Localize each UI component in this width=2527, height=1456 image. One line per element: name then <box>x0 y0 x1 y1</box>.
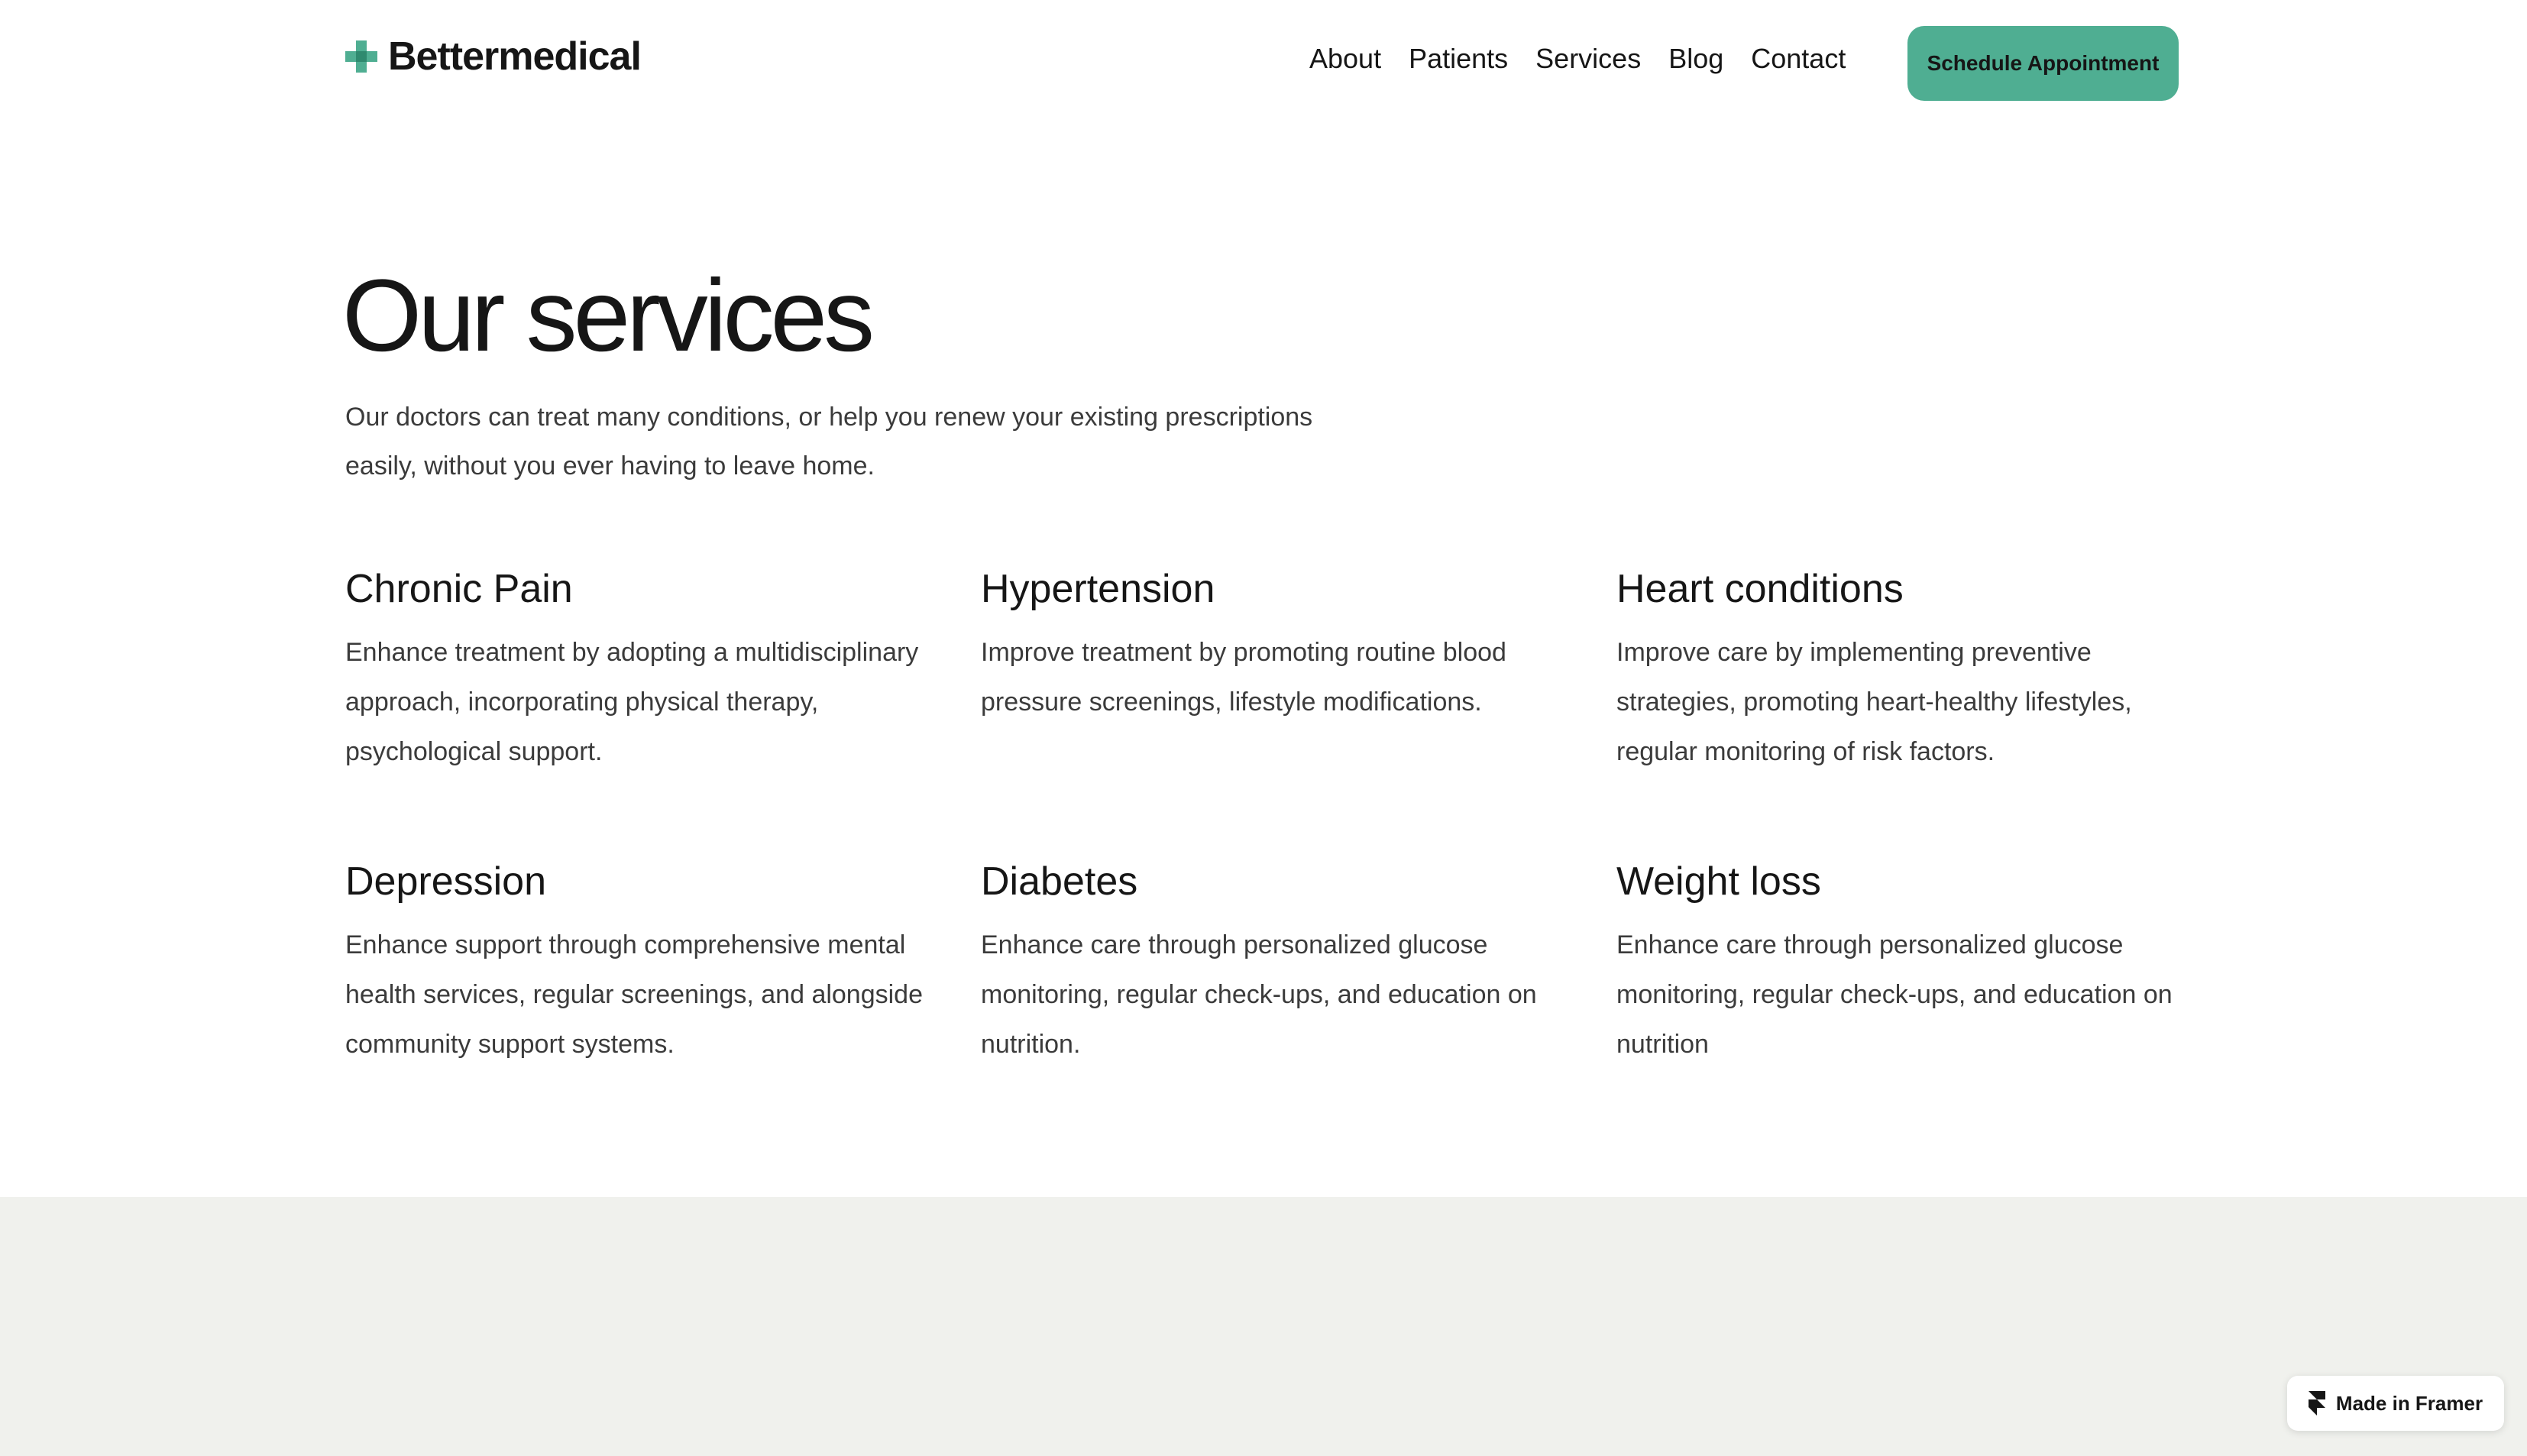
service-description: Enhance treatment by adopting a multidis… <box>345 638 919 767</box>
service-description: Enhance care through personalized glucos… <box>1616 930 2173 1060</box>
badge-label: Made in Framer <box>2335 1391 2483 1415</box>
service-card-diabetes: Diabetes Enhance care through personaliz… <box>981 858 1561 1069</box>
brand-logo[interactable]: Bettermedical <box>345 34 642 79</box>
service-title: Hypertension <box>981 567 1215 611</box>
made-in-framer-badge[interactable]: Made in Framer <box>2287 1376 2504 1431</box>
service-title: Heart conditions <box>1616 567 1904 611</box>
brand-name: Bettermedical <box>388 34 642 79</box>
nav-item-services[interactable]: Services <box>1535 43 1641 75</box>
service-title: Chronic Pain <box>345 567 573 611</box>
next-section <box>0 1197 2527 1456</box>
service-title: Diabetes <box>981 859 1138 904</box>
service-description: Enhance care through personalized glucos… <box>981 930 1537 1060</box>
service-description: Improve treatment by promoting routine b… <box>981 638 1506 717</box>
schedule-appointment-button[interactable]: Schedule Appointment <box>1907 26 2179 101</box>
service-card-depression: Depression Enhance support through compr… <box>345 858 926 1069</box>
framer-logo-icon <box>2308 1391 2325 1416</box>
service-card-weight-loss: Weight loss Enhance care through persona… <box>1616 858 2197 1069</box>
nav-item-contact[interactable]: Contact <box>1751 43 1846 75</box>
service-description: Enhance support through comprehensive me… <box>345 930 924 1060</box>
nav-item-blog[interactable]: Blog <box>1668 43 1723 75</box>
site-header: Bettermedical About Patients Services Bl… <box>0 0 2527 122</box>
main-nav: About Patients Services Blog Contact <box>1309 43 1846 75</box>
nav-item-about[interactable]: About <box>1309 43 1381 75</box>
service-card-chronic-pain: Chronic Pain Enhance treatment by adopti… <box>345 565 926 777</box>
service-card-heart-conditions: Heart conditions Improve care by impleme… <box>1616 565 2197 777</box>
page-subtitle: Our doctors can treat many conditions, o… <box>345 403 1313 480</box>
service-title: Depression <box>345 859 547 904</box>
nav-item-patients[interactable]: Patients <box>1409 43 1508 75</box>
page-title: Our services <box>342 259 875 373</box>
medical-cross-icon <box>345 40 377 73</box>
service-description: Improve care by implementing preventive … <box>1616 638 2132 767</box>
service-card-hypertension: Hypertension Improve treatment by promot… <box>981 565 1561 727</box>
service-title: Weight loss <box>1616 859 1821 904</box>
